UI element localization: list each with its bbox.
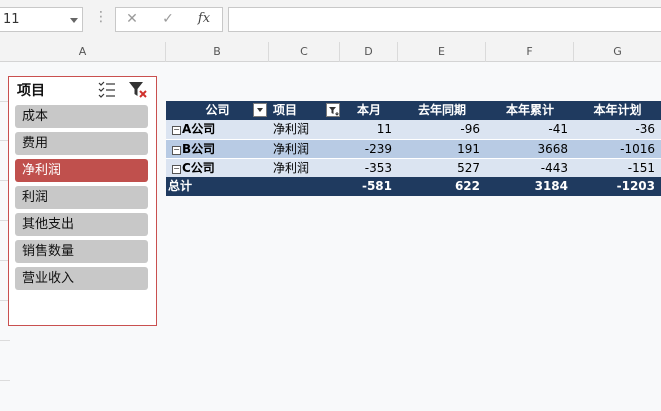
column-header-g[interactable]: G (574, 42, 661, 62)
chevron-down-icon[interactable] (70, 18, 78, 23)
header-ytd: 本年累计 (505, 103, 554, 117)
company-cell[interactable]: − A公司 (166, 120, 269, 139)
company-label: B公司 (182, 142, 216, 156)
slicer-item[interactable]: 其他支出 (15, 213, 148, 236)
slicer-item[interactable]: 销售数量 (15, 240, 148, 263)
table-row[interactable]: − C公司 净利润 -353 527 -443 -151 (166, 158, 661, 178)
column-header-c[interactable]: C (269, 42, 340, 62)
multi-select-icon[interactable] (97, 79, 117, 99)
item-filter-applied-icon[interactable] (326, 103, 340, 117)
table-row[interactable]: − B公司 净利润 -239 191 3668 -1016 (166, 139, 661, 159)
name-box-value: 11 (3, 12, 20, 27)
value-cell[interactable]: 527 (398, 159, 486, 178)
name-box[interactable]: 11 (0, 7, 83, 32)
header-item-label: 项目 (273, 103, 298, 117)
collapse-icon[interactable]: − (172, 146, 181, 155)
header-plan: 本年计划 (593, 103, 642, 117)
value-cell[interactable]: -96 (398, 120, 486, 139)
row-divider (0, 380, 10, 381)
company-cell[interactable]: − B公司 (166, 140, 269, 159)
table-row[interactable]: − A公司 净利润 11 -96 -41 -36 (166, 120, 661, 139)
slicer-item[interactable]: 净利润 (15, 159, 148, 182)
company-filter-button[interactable] (253, 103, 267, 117)
company-label: A公司 (182, 122, 216, 136)
insert-function-icon[interactable]: fx (192, 11, 216, 29)
total-value-cell[interactable]: 622 (398, 177, 486, 196)
collapse-icon[interactable]: − (172, 126, 181, 135)
header-item: 项目 (269, 101, 340, 120)
more-options-icon[interactable]: ⋮ (94, 10, 108, 24)
column-header-e[interactable]: E (398, 42, 486, 62)
company-label: C公司 (182, 161, 215, 175)
slicer-title: 项目 (17, 83, 45, 99)
slicer-item[interactable]: 费用 (15, 132, 148, 155)
column-header-f[interactable]: F (486, 42, 574, 62)
value-cell[interactable]: -239 (340, 140, 398, 159)
total-value-cell[interactable]: -581 (340, 177, 398, 196)
item-cell[interactable]: 净利润 (269, 120, 340, 139)
value-cell[interactable]: -443 (486, 159, 574, 178)
value-cell[interactable]: -151 (574, 159, 661, 178)
total-item-cell[interactable] (269, 177, 340, 196)
enter-icon[interactable]: ✓ (156, 11, 180, 29)
value-cell[interactable]: -36 (574, 120, 661, 139)
slicer-item[interactable]: 成本 (15, 105, 148, 128)
column-header-d[interactable]: D (340, 42, 398, 62)
formula-buttons: ✕ ✓ fx (115, 7, 223, 32)
header-this-month: 本月 (356, 103, 381, 117)
value-cell[interactable]: 11 (340, 120, 398, 139)
item-cell[interactable]: 净利润 (269, 159, 340, 178)
value-cell[interactable]: -1016 (574, 140, 661, 159)
slicer-panel[interactable]: 项目 成本费用净利润利润其他支出销售数量营业收入 (8, 76, 157, 326)
value-cell[interactable]: -41 (486, 120, 574, 139)
total-value-cell[interactable]: 3184 (486, 177, 574, 196)
item-cell[interactable]: 净利润 (269, 140, 340, 159)
total-label[interactable]: 总计 (166, 177, 269, 196)
formula-input[interactable] (228, 7, 661, 32)
clear-filter-icon[interactable] (128, 80, 148, 100)
company-cell[interactable]: − C公司 (166, 159, 269, 178)
value-cell[interactable]: 3668 (486, 140, 574, 159)
pivot-header-row: 公司 项目 本月 去年同期 本年累计 本年计划 (166, 101, 661, 120)
header-last-year: 去年同期 (417, 103, 466, 117)
value-cell[interactable]: 191 (398, 140, 486, 159)
total-value-cell[interactable]: -1203 (574, 177, 661, 196)
header-company-label: 公司 (205, 103, 230, 117)
slicer-item[interactable]: 营业收入 (15, 267, 148, 290)
grand-total-row[interactable]: 总计 -581 622 3184 -1203 (166, 177, 661, 196)
collapse-icon[interactable]: − (172, 165, 181, 174)
column-header-b[interactable]: B (166, 42, 269, 62)
header-company: 公司 (166, 101, 269, 120)
cancel-icon[interactable]: ✕ (120, 11, 144, 29)
slicer-item[interactable]: 利润 (15, 186, 148, 209)
row-divider (0, 340, 10, 341)
column-header-a[interactable]: A (0, 42, 166, 62)
value-cell[interactable]: -353 (340, 159, 398, 178)
